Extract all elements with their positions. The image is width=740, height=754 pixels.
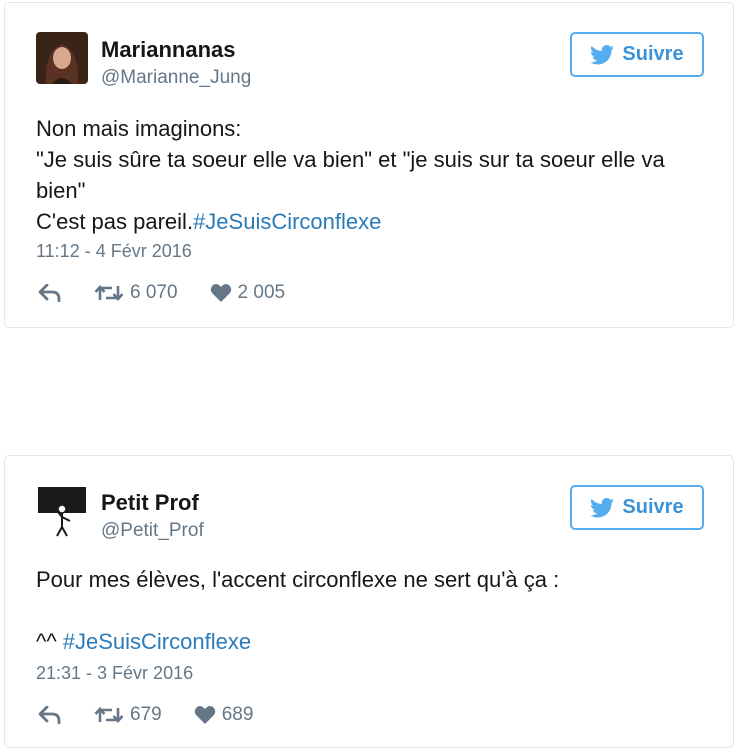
twitter-bird-icon [590, 497, 615, 517]
like-count: 689 [221, 704, 254, 725]
display-name[interactable]: Petit Prof [101, 490, 199, 516]
tweet-card: Petit Prof @Petit_Prof Suivre Pour mes é… [4, 455, 734, 748]
follow-label: Suivre [622, 43, 684, 65]
tweet-text-line: C'est pas pareil.#JeSuisCirconflexe [36, 206, 716, 237]
avatar[interactable] [36, 485, 88, 537]
retweet-button[interactable]: 679 [94, 704, 162, 726]
reply-button[interactable] [38, 284, 62, 302]
tweet-text: Non mais imaginons: "Je suis sûre ta soe… [36, 113, 716, 237]
tweet-text-line: ^^ #JeSuisCirconflexe [36, 626, 716, 657]
retweet-button[interactable]: 6 070 [94, 282, 178, 304]
retweet-icon [94, 285, 124, 301]
user-handle[interactable]: @Marianne_Jung [101, 67, 251, 89]
retweet-count: 679 [130, 704, 162, 725]
tweet-actions: 679 689 [38, 704, 253, 726]
hashtag-link[interactable]: #JeSuisCirconflexe [63, 629, 251, 654]
follow-label: Suivre [622, 496, 684, 518]
like-count: 2 005 [237, 282, 286, 303]
display-name[interactable]: Mariannanas [101, 37, 236, 63]
tweet-text: Pour mes élèves, l'accent circonflexe ne… [36, 564, 716, 657]
heart-icon [210, 284, 231, 302]
tweet-actions: 6 070 2 005 [38, 282, 285, 304]
tweet-text-fragment: C'est pas pareil. [36, 209, 194, 234]
reply-arrow-icon [38, 706, 61, 724]
user-handle[interactable]: @Petit_Prof [101, 520, 204, 542]
timestamp-link[interactable]: 21:31 - 3 Févr 2016 [36, 663, 193, 684]
timestamp-link[interactable]: 11:12 - 4 Févr 2016 [36, 241, 192, 262]
like-button[interactable]: 2 005 [210, 282, 286, 304]
avatar[interactable] [36, 32, 88, 84]
tweet-text-line: bien" [36, 178, 86, 203]
tweet-card: Mariannanas @Marianne_Jung Suivre Non ma… [4, 2, 734, 328]
like-button[interactable]: 689 [194, 704, 254, 726]
hashtag-link[interactable]: #JeSuisCirconflexe [193, 209, 381, 234]
follow-button[interactable]: Suivre [570, 32, 704, 77]
retweet-icon [94, 707, 124, 723]
heart-icon [194, 706, 215, 724]
tweet-text-line: Pour mes élèves, l'accent circonflexe ne… [36, 567, 560, 592]
reply-button[interactable] [38, 706, 62, 724]
twitter-bird-icon [590, 44, 615, 64]
retweet-count: 6 070 [130, 282, 178, 303]
tweet-text-line: "Je suis sûre ta soeur elle va bien" et … [36, 147, 665, 172]
tweet-text-line: Non mais imaginons: [36, 116, 242, 141]
follow-button[interactable]: Suivre [570, 485, 704, 530]
reply-arrow-icon [38, 284, 61, 302]
tweet-text-fragment: ^^ [36, 629, 63, 654]
